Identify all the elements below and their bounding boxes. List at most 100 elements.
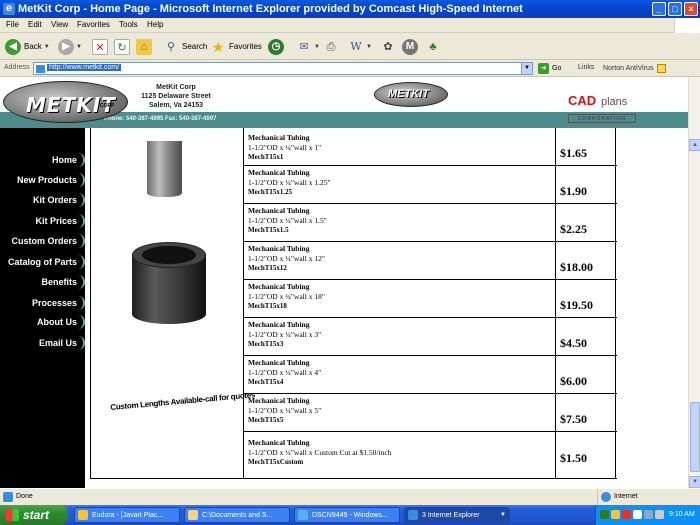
- product-price: $18.00: [560, 260, 593, 274]
- product-sku: MechT15x4: [248, 378, 284, 386]
- forward-button[interactable]: ▶ ▼: [58, 37, 82, 56]
- go-button[interactable]: ➜ Go: [538, 63, 561, 74]
- table-row: Mechanical Tubing 1-1/2"OD x ¼"wall x 12…: [244, 242, 617, 280]
- nav-catalog-of-parts[interactable]: Catalog of Parts: [8, 254, 85, 270]
- menu-edit[interactable]: Edit: [28, 20, 42, 29]
- start-button[interactable]: start: [0, 505, 68, 525]
- tray-icon[interactable]: [611, 510, 620, 519]
- discuss-button[interactable]: ✿: [380, 37, 396, 56]
- swoosh-icon: [78, 296, 85, 310]
- clock[interactable]: 9:10 AM: [669, 511, 695, 518]
- nav-kit-orders[interactable]: Kit Orders: [33, 192, 85, 208]
- history-button[interactable]: ◷: [268, 37, 284, 56]
- browser-toolbar: ◀ Back ▼ ▶ ▼ ✕ ↻ ⌂ ⚲ Search ★ Favorites …: [0, 33, 700, 60]
- vertical-scrollbar[interactable]: ▲ ▼: [688, 77, 700, 488]
- status-bar: Done Internet: [0, 488, 700, 506]
- edit-icon: W: [350, 39, 362, 53]
- tray-icon[interactable]: [633, 510, 642, 519]
- product-price: $1.65: [560, 146, 587, 160]
- scroll-down-icon[interactable]: ▼: [689, 476, 700, 488]
- tray-icon[interactable]: [622, 510, 631, 519]
- nav-benefits[interactable]: Benefits: [41, 274, 85, 290]
- menu-file[interactable]: File: [6, 20, 19, 29]
- mail-button[interactable]: ✉ ▼: [296, 37, 320, 56]
- tray-icon[interactable]: [600, 510, 609, 519]
- nav-custom-orders[interactable]: Custom Orders: [11, 233, 85, 249]
- refresh-button[interactable]: ↻: [114, 37, 130, 56]
- product-name: Mechanical Tubing: [248, 396, 310, 405]
- minimize-button[interactable]: _: [652, 2, 666, 16]
- home-button[interactable]: ⌂: [136, 37, 152, 56]
- tube-photo-large: [132, 242, 206, 334]
- back-button[interactable]: ◀ Back ▼: [5, 37, 50, 56]
- table-row: Mechanical Tubing 1-1/2"OD x ¼"wall x 3"…: [244, 318, 617, 356]
- swoosh-icon: [78, 193, 85, 207]
- close-button[interactable]: ×: [684, 2, 698, 16]
- nav-email-us[interactable]: Email Us: [39, 335, 85, 351]
- favorites-button[interactable]: ★ Favorites: [210, 37, 262, 56]
- product-price: $1.50: [560, 451, 587, 465]
- windows-logo-icon: [674, 18, 700, 33]
- star-icon: ★: [211, 38, 225, 55]
- taskbar-item-image-viewer[interactable]: DSCN9449 - Windows...: [294, 507, 400, 523]
- swoosh-icon: [78, 275, 85, 289]
- messenger-icon: M: [402, 38, 418, 55]
- product-spec: 1-1/2"OD x ¼"wall x 5": [248, 406, 322, 415]
- taskbar-item-eudora[interactable]: Eudora - [Javart Plac...: [74, 507, 180, 523]
- swoosh-icon: [78, 315, 85, 329]
- scroll-thumb[interactable]: [690, 402, 700, 472]
- globe-icon: [601, 492, 611, 502]
- back-arrow-icon: ◀: [5, 38, 21, 55]
- scroll-up-icon[interactable]: ▲: [689, 139, 700, 151]
- address-label: Address: [4, 64, 30, 71]
- menu-favorites[interactable]: Favorites: [77, 20, 110, 29]
- nav-home[interactable]: Home: [52, 152, 85, 168]
- table-border: [90, 128, 91, 479]
- print-button[interactable]: ⎙: [323, 37, 339, 56]
- address-input[interactable]: http://www.metkit.com/ ▼: [33, 62, 533, 75]
- nav-processes[interactable]: Processes: [32, 295, 85, 311]
- research-button[interactable]: ♣: [425, 37, 441, 56]
- chevron-down-icon: ▼: [43, 43, 50, 50]
- norton-label: Norton AntiVirus: [603, 65, 654, 72]
- stop-button[interactable]: ✕: [92, 37, 108, 56]
- product-spec: 1-1/2"OD x ¼"wall x 18": [248, 292, 325, 301]
- research-icon: ♣: [429, 40, 437, 53]
- taskbar-item-internet-explorer[interactable]: 3 Internet Explorer ▼: [404, 507, 510, 523]
- nav-new-products[interactable]: New Products: [17, 172, 85, 188]
- nav-about-us[interactable]: About Us: [37, 314, 85, 330]
- security-zone: Internet: [597, 489, 700, 506]
- custom-lengths-note: Custom Lengths Available-call for quotes: [110, 390, 256, 412]
- phone-fax: Phone: 540-387-4995 Fax: 540-387-4997: [104, 116, 217, 122]
- address-bar: Address http://www.metkit.com/ ▼ ➜ Go Li…: [0, 60, 700, 77]
- company-street: 1125 Delaware Street: [141, 93, 211, 100]
- links-button[interactable]: Links: [578, 64, 594, 71]
- metkit-logo[interactable]: METKIT CORP: [3, 81, 128, 123]
- chevron-down-icon: ▼: [76, 43, 82, 50]
- menu-tools[interactable]: Tools: [119, 20, 138, 29]
- go-label: Go: [552, 65, 562, 72]
- swoosh-icon: [78, 153, 85, 167]
- cadplans-logo[interactable]: CAD plans CORPORATION: [568, 93, 636, 127]
- search-icon: ⚲: [166, 40, 176, 53]
- messenger-button[interactable]: M: [402, 37, 418, 56]
- nav-kit-prices[interactable]: Kit Prices: [35, 213, 85, 229]
- product-spec: 1-1/2"OD x ¼"wall x 1.5": [248, 216, 327, 225]
- tray-icon[interactable]: [655, 510, 664, 519]
- search-button[interactable]: ⚲ Search: [163, 37, 207, 56]
- internet-explorer-icon: [408, 510, 418, 520]
- maximize-button[interactable]: □: [668, 2, 682, 16]
- window-title: MetKit Corp - Home Page - Microsoft Inte…: [18, 3, 523, 15]
- tube-photo-small: [147, 141, 182, 197]
- product-sku: MechT15x1.5: [248, 226, 289, 234]
- menu-bar: File Edit View Favorites Tools Help: [0, 18, 700, 33]
- edit-button[interactable]: W ▼: [348, 37, 372, 56]
- menu-help[interactable]: Help: [147, 20, 163, 29]
- product-price: $19.50: [560, 298, 593, 312]
- taskbar-item-explorer[interactable]: C:\Documents and S...: [184, 507, 290, 523]
- chevron-down-icon[interactable]: ▼: [521, 63, 532, 74]
- norton-antivirus-button[interactable]: Norton AntiVirus: [603, 64, 667, 73]
- table-row: Mechanical Tubing 1-1/2"OD x ¼"wall x 1.…: [244, 166, 617, 204]
- tray-icon[interactable]: [644, 510, 653, 519]
- menu-view[interactable]: View: [51, 20, 68, 29]
